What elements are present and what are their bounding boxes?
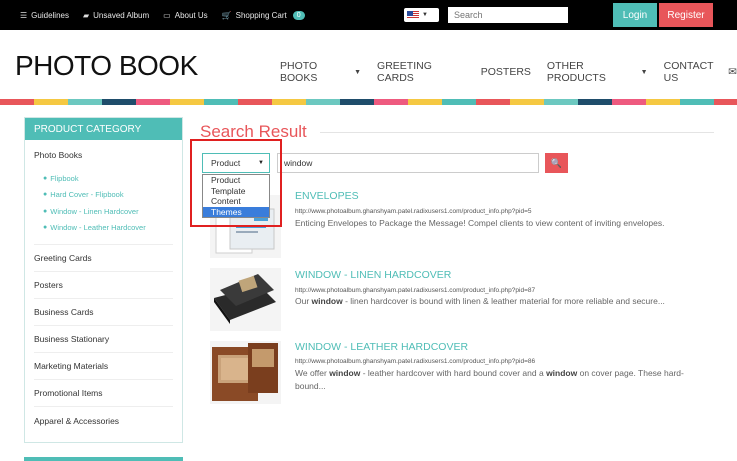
caret-down-icon: ▼ xyxy=(354,68,362,76)
circle-arrow-icon: ● xyxy=(43,207,48,215)
leather-hardcover-thumbnail[interactable] xyxy=(210,341,281,404)
desc-text: - leather hardcover with hard bound cove… xyxy=(360,368,547,378)
site-logo[interactable]: PHOTO BOOK xyxy=(15,50,198,82)
desc-text: We offer xyxy=(295,368,330,378)
nav-contact-us[interactable]: CONTACT US ✉ xyxy=(664,60,737,84)
circle-arrow-icon: ● xyxy=(43,191,48,199)
nav-photo-books-label: PHOTO BOOKS xyxy=(280,60,318,84)
nav-photo-books[interactable]: PHOTO BOOKS ▼ xyxy=(280,60,361,84)
result-description: We offer window - leather hardcover with… xyxy=(295,367,710,392)
search-icon: 🔍 xyxy=(550,157,563,168)
caret-down-icon: ▼ xyxy=(640,68,648,76)
shopping-cart-link[interactable]: 🛒 Shopping Cart 0 xyxy=(221,10,305,20)
title-divider xyxy=(320,132,714,133)
category-item[interactable]: Business Stationary xyxy=(34,326,173,353)
result-url: http://www.photoalbum.ghanshyam.patel.ra… xyxy=(295,208,532,215)
guidelines-label: Guidelines xyxy=(31,10,69,20)
photo-books-subcategories: ● Flipbook ● Hard Cover - Flipbook ● Win… xyxy=(34,170,173,245)
about-us-label: About Us xyxy=(174,10,208,20)
desc-text: - linen hardcover is bound with linen & … xyxy=(342,296,665,306)
product-category-sidebar: PRODUCT CATEGORY Photo Books ● Flipbook … xyxy=(24,117,183,443)
result-url: http://www.photoalbum.ghanshyam.patel.ra… xyxy=(295,358,536,365)
result-description: Enticing Envelopes to Package the Messag… xyxy=(295,218,665,228)
shopping-cart-label: Shopping Cart xyxy=(235,10,287,20)
unsaved-album-label: Unsaved Album xyxy=(93,10,150,20)
top-bar: ☰ Guidelines ▰ Unsaved Album ▭ About Us … xyxy=(0,0,737,30)
category-item[interactable]: Apparel & Accessories xyxy=(34,407,173,434)
unsaved-album-link[interactable]: ▰ Unsaved Album xyxy=(83,11,149,20)
result-title-envelopes[interactable]: ENVELOPES xyxy=(295,190,359,202)
guidelines-link[interactable]: ☰ Guidelines xyxy=(20,11,69,20)
desc-keyword: window xyxy=(329,368,361,378)
subcategory-label: Window - Linen Hardcover xyxy=(50,206,139,216)
login-button[interactable]: Login xyxy=(613,3,657,27)
top-search-input[interactable] xyxy=(448,7,568,23)
nav-other-products-label: OTHER PRODUCTS xyxy=(546,60,606,84)
category-item[interactable]: Promotional Items xyxy=(34,380,173,407)
desc-keyword: window xyxy=(546,368,578,378)
cart-icon: 🛒 xyxy=(221,10,232,20)
nav-contact-us-label: CONTACT US xyxy=(663,60,714,84)
main-nav: PHOTO BOOKS ▼ GREETING CARDS POSTERS OTH… xyxy=(280,60,737,84)
circle-arrow-icon: ● xyxy=(43,174,48,182)
folder-icon: ▰ xyxy=(82,10,90,20)
about-us-link[interactable]: ▭ About Us xyxy=(163,11,207,20)
category-item[interactable]: Posters xyxy=(34,272,173,299)
subcategory-item[interactable]: ● Flipbook xyxy=(43,170,173,187)
desc-text: Our xyxy=(295,296,312,306)
subcategory-item[interactable]: ● Hard Cover - Flipbook xyxy=(43,187,173,204)
result-title-linen[interactable]: WINDOW - LINEN HARDCOVER xyxy=(295,269,451,281)
sidebar-title: PRODUCT CATEGORY xyxy=(25,118,182,140)
next-sidebar-panel xyxy=(24,457,183,461)
result-description: Our window - linen hardcover is bound wi… xyxy=(295,295,710,308)
subcategory-item[interactable]: ● Window - Linen Hardcover xyxy=(43,203,173,220)
linen-hardcover-thumbnail[interactable] xyxy=(210,268,281,331)
register-button[interactable]: Register xyxy=(659,3,713,27)
subcategory-label: Window - Leather Hardcover xyxy=(50,223,146,233)
card-icon: ▭ xyxy=(163,10,171,20)
chevron-down-icon: ▼ xyxy=(422,12,428,18)
category-item[interactable]: Marketing Materials xyxy=(34,353,173,380)
nav-greeting-cards[interactable]: GREETING CARDS xyxy=(377,60,465,84)
category-item[interactable]: Business Cards xyxy=(34,299,173,326)
us-flag-icon xyxy=(407,11,419,19)
search-button[interactable]: 🔍 xyxy=(545,153,568,173)
keyword-input[interactable] xyxy=(277,153,539,173)
envelope-icon: ✉ xyxy=(728,66,737,78)
language-selector[interactable]: ▼ xyxy=(404,8,439,22)
category-list: Photo Books ● Flipbook ● Hard Cover - Fl… xyxy=(25,140,182,434)
list-icon: ☰ xyxy=(20,10,28,20)
highlight-box xyxy=(190,139,282,227)
category-photo-books[interactable]: Photo Books xyxy=(34,140,173,170)
desc-keyword: window xyxy=(311,296,343,306)
top-nav: ☰ Guidelines ▰ Unsaved Album ▭ About Us … xyxy=(20,0,305,30)
subcategory-label: Flipbook xyxy=(50,173,79,183)
nav-other-products[interactable]: OTHER PRODUCTS ▼ xyxy=(547,60,648,84)
subcategory-label: Hard Cover - Flipbook xyxy=(50,190,124,200)
nav-posters[interactable]: POSTERS xyxy=(481,60,531,84)
color-stripe xyxy=(0,99,737,105)
cart-count-badge: 0 xyxy=(292,10,305,20)
circle-arrow-icon: ● xyxy=(43,224,48,232)
result-url: http://www.photoalbum.ghanshyam.patel.ra… xyxy=(295,287,536,294)
category-item[interactable]: Greeting Cards xyxy=(34,245,173,272)
subcategory-item[interactable]: ● Window - Leather Hardcover xyxy=(43,220,173,237)
result-title-leather[interactable]: WINDOW - LEATHER HARDCOVER xyxy=(295,341,468,353)
